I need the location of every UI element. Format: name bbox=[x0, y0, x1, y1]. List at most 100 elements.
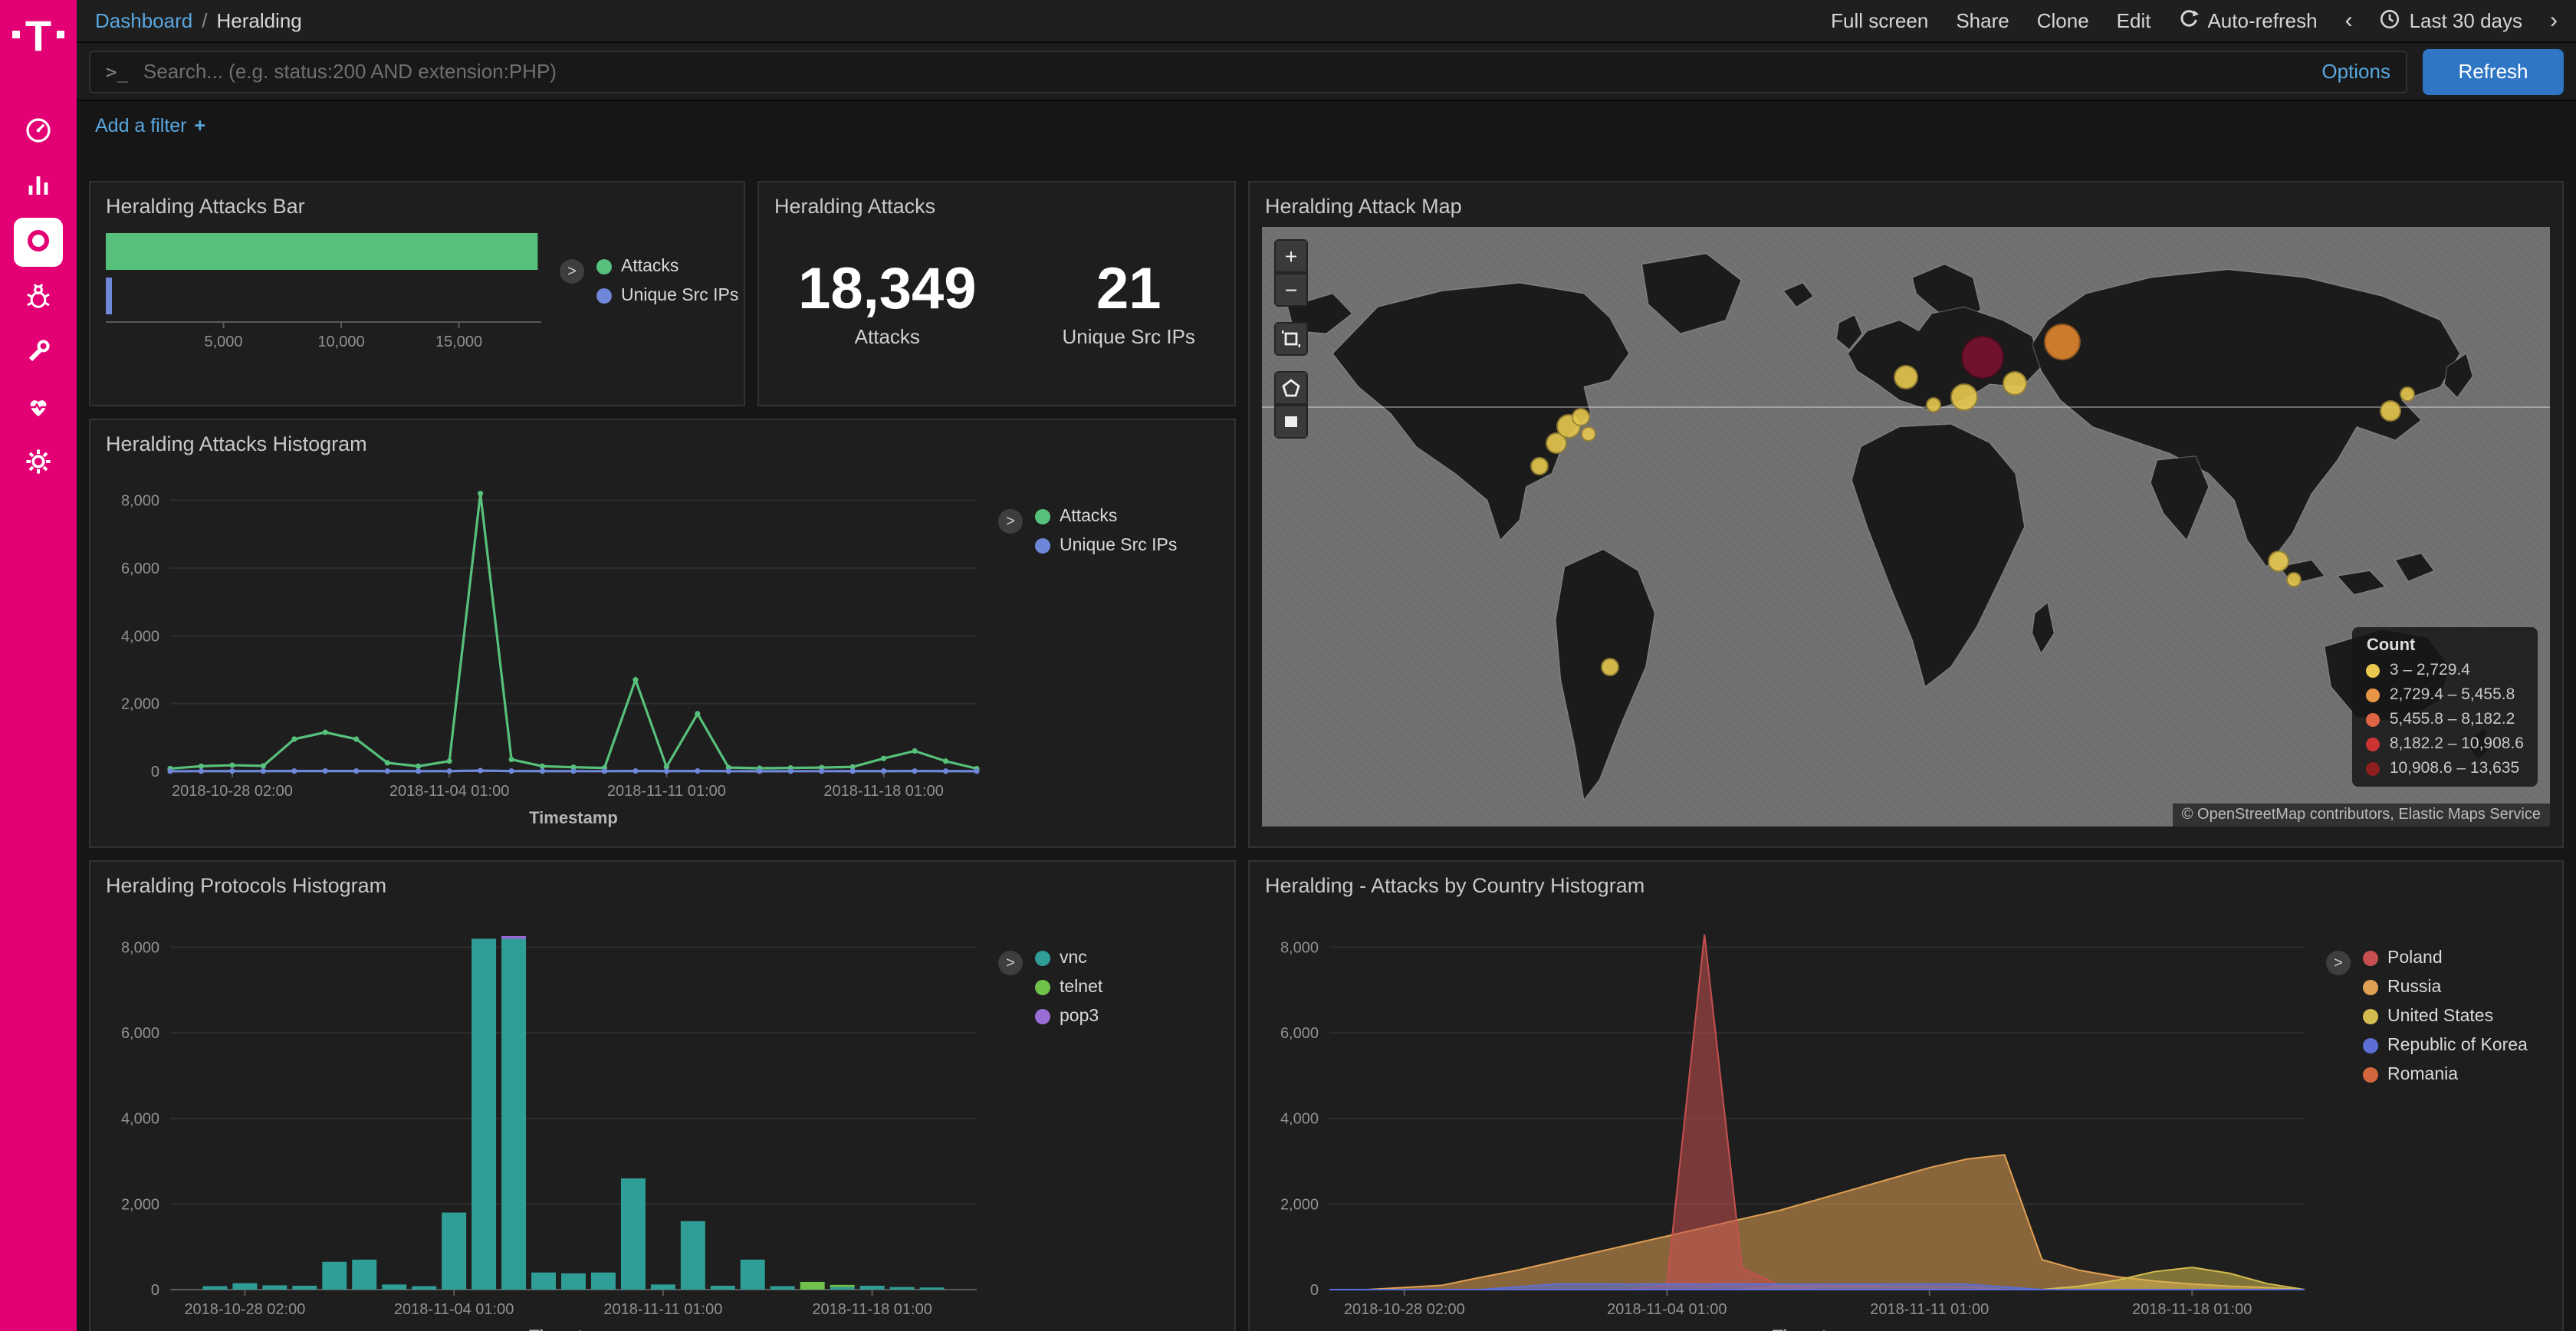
legend-item[interactable]: United States bbox=[2363, 1007, 2528, 1026]
legend-item[interactable]: Attacks bbox=[596, 258, 738, 276]
map-count-legend: Count 3 – 2,729.42,729.4 – 5,455.85,455.… bbox=[2353, 627, 2538, 787]
legend-collapse-icon[interactable]: > bbox=[560, 259, 584, 284]
map-marker[interactable] bbox=[1962, 336, 2005, 379]
sidebar-item-overview[interactable] bbox=[0, 104, 77, 159]
sidebar-item-settings[interactable] bbox=[0, 435, 77, 491]
map-marker[interactable] bbox=[1894, 365, 1918, 389]
panel-heralding-attacks-by-country: Heralding - Attacks by Country Histogram… bbox=[1248, 860, 2564, 1331]
legend-dot bbox=[2363, 951, 2378, 966]
map-marker[interactable] bbox=[1530, 458, 1548, 476]
map-attribution[interactable]: © OpenStreetMap contributors, Elastic Ma… bbox=[2173, 804, 2550, 827]
map-marker[interactable] bbox=[2286, 571, 2302, 587]
map-marker[interactable] bbox=[1580, 426, 1595, 441]
map-area[interactable]: + − Count bbox=[1262, 227, 2550, 827]
time-forward-chevron[interactable]: › bbox=[2550, 8, 2558, 34]
map-marker[interactable] bbox=[2268, 550, 2289, 572]
map-marker[interactable] bbox=[2380, 400, 2401, 422]
chart-legend: > Attacks Unique Src IPs bbox=[560, 224, 744, 383]
legend-label: 5,455.8 – 8,182.2 bbox=[2390, 710, 2515, 728]
time-range-picker[interactable]: Last 30 days bbox=[2380, 8, 2522, 33]
attacks-bar-chart[interactable]: 5,00010,00015,000 bbox=[100, 224, 560, 383]
legend-item[interactable]: 5,455.8 – 8,182.2 bbox=[2367, 710, 2524, 728]
panel-title: Heralding - Attacks by Country Histogram bbox=[1250, 862, 2562, 903]
svg-text:5,000: 5,000 bbox=[204, 334, 242, 350]
legend-item[interactable]: telnet bbox=[1035, 978, 1102, 997]
legend-item[interactable]: 10,908.6 – 13,635 bbox=[2367, 759, 2524, 777]
svg-text:0: 0 bbox=[151, 1282, 159, 1299]
map-marker[interactable] bbox=[1601, 657, 1619, 675]
nav-action-edit[interactable]: Edit bbox=[2117, 9, 2151, 32]
legend-item[interactable]: vnc bbox=[1035, 949, 1102, 968]
breadcrumb-dashboard-link[interactable]: Dashboard bbox=[95, 9, 192, 32]
svg-text:2018-11-04 01:00: 2018-11-04 01:00 bbox=[1607, 1301, 1727, 1318]
legend-dot bbox=[1035, 951, 1050, 966]
legend-collapse-icon[interactable]: > bbox=[998, 509, 1023, 534]
legend-item[interactable]: Republic of Korea bbox=[2363, 1037, 2528, 1055]
legend-item[interactable]: Unique Src IPs bbox=[596, 287, 738, 305]
sidebar-item-health[interactable] bbox=[0, 380, 77, 435]
nav-action-clone[interactable]: Clone bbox=[2037, 9, 2089, 32]
refresh-button[interactable]: Refresh bbox=[2423, 48, 2564, 94]
svg-text:2018-11-11 01:00: 2018-11-11 01:00 bbox=[603, 1301, 722, 1318]
add-filter-plus-icon[interactable]: + bbox=[195, 115, 206, 136]
search-box[interactable]: >_ Options bbox=[89, 50, 2407, 93]
query-bar: >_ Options Refresh bbox=[77, 43, 2576, 101]
add-filter-link[interactable]: Add a filter bbox=[95, 115, 187, 136]
sidebar-item-charts[interactable] bbox=[0, 159, 77, 215]
legend-collapse-icon[interactable]: > bbox=[998, 951, 1023, 975]
map-marker[interactable] bbox=[1572, 407, 1591, 426]
wrench-icon bbox=[25, 337, 52, 369]
legend-collapse-icon[interactable]: > bbox=[2326, 951, 2351, 975]
navbar-actions: Full screen Share Clone Edit Auto-refresh ‹… bbox=[1831, 8, 2558, 34]
legend-item[interactable]: 8,182.2 – 10,908.6 bbox=[2367, 735, 2524, 753]
legend-label: Unique Src IPs bbox=[1060, 537, 1177, 555]
query-options-link[interactable]: Options bbox=[2321, 60, 2390, 83]
map-legend-item-list: 3 – 2,729.4 2,729.4 – 5,455.8 5,455.8 – 8,… bbox=[2367, 661, 2524, 777]
svg-text:2018-11-18 01:00: 2018-11-18 01:00 bbox=[823, 783, 943, 800]
breadcrumb-separator: / bbox=[202, 9, 207, 32]
chart-legend: > Attacks Unique Src IPs bbox=[998, 462, 1228, 839]
legend-item[interactable]: pop3 bbox=[1035, 1007, 1102, 1026]
attacks-histogram-chart[interactable]: 02,0004,0006,0008,0002018-10-28 02:00201… bbox=[97, 462, 998, 839]
metric-attacks: 18,349 Attacks bbox=[798, 258, 976, 348]
svg-text:4,000: 4,000 bbox=[1280, 1111, 1319, 1128]
legend-item[interactable]: Unique Src IPs bbox=[1035, 537, 1177, 555]
map-fit-bounds-button[interactable] bbox=[1274, 322, 1308, 356]
sidebar-item-heralding-active[interactable] bbox=[0, 215, 77, 270]
legend-item[interactable]: Romania bbox=[2363, 1066, 2528, 1084]
protocols-histogram-chart[interactable]: 02,0004,0006,0008,0002018-10-28 02:00201… bbox=[97, 903, 998, 1331]
map-zoom-out-button[interactable]: − bbox=[1274, 273, 1308, 307]
nav-action-full-screen[interactable]: Full screen bbox=[1831, 9, 1928, 32]
time-back-chevron[interactable]: ‹ bbox=[2345, 8, 2353, 34]
map-marker[interactable] bbox=[2400, 387, 2415, 403]
legend-dot bbox=[2363, 1038, 2378, 1053]
map-marker[interactable] bbox=[1927, 396, 1942, 412]
map-draw-polygon-button[interactable] bbox=[1274, 371, 1308, 405]
legend-item[interactable]: 3 – 2,729.4 bbox=[2367, 661, 2524, 679]
map-draw-rectangle-button[interactable] bbox=[1274, 405, 1308, 439]
map-zoom-in-button[interactable]: + bbox=[1274, 239, 1308, 273]
time-range-label: Last 30 days bbox=[2410, 9, 2522, 32]
legend-item[interactable]: 2,729.4 – 5,455.8 bbox=[2367, 685, 2524, 704]
bug-icon bbox=[25, 281, 52, 314]
map-marker[interactable] bbox=[2002, 372, 2026, 396]
sidebar-item-honeypot[interactable] bbox=[0, 270, 77, 325]
map-marker[interactable] bbox=[1950, 383, 1978, 411]
nav-action-share[interactable]: Share bbox=[1956, 9, 2009, 32]
legend-item[interactable]: Attacks bbox=[1035, 508, 1177, 526]
svg-text:2018-11-04 01:00: 2018-11-04 01:00 bbox=[389, 783, 509, 800]
svg-text:2018-11-04 01:00: 2018-11-04 01:00 bbox=[394, 1301, 514, 1318]
legend-item[interactable]: Russia bbox=[2363, 978, 2528, 997]
auto-refresh-control[interactable]: Auto-refresh bbox=[2178, 8, 2317, 33]
t-mobile-logo[interactable]: T bbox=[13, 15, 64, 77]
svg-text:2,000: 2,000 bbox=[1280, 1196, 1319, 1213]
sidebar-item-tools[interactable] bbox=[0, 325, 77, 380]
legend-item[interactable]: Poland bbox=[2363, 949, 2528, 968]
country-histogram-chart[interactable]: 02,0004,0006,0008,0002018-10-28 02:00201… bbox=[1256, 903, 2326, 1331]
legend-item-list: Poland Russia United States Republic of Kor… bbox=[2363, 949, 2528, 1331]
svg-text:6,000: 6,000 bbox=[121, 1025, 159, 1042]
legend-dot bbox=[1035, 1009, 1050, 1024]
legend-dot bbox=[596, 288, 612, 304]
search-input[interactable] bbox=[143, 60, 2306, 83]
map-marker[interactable] bbox=[2045, 323, 2082, 360]
